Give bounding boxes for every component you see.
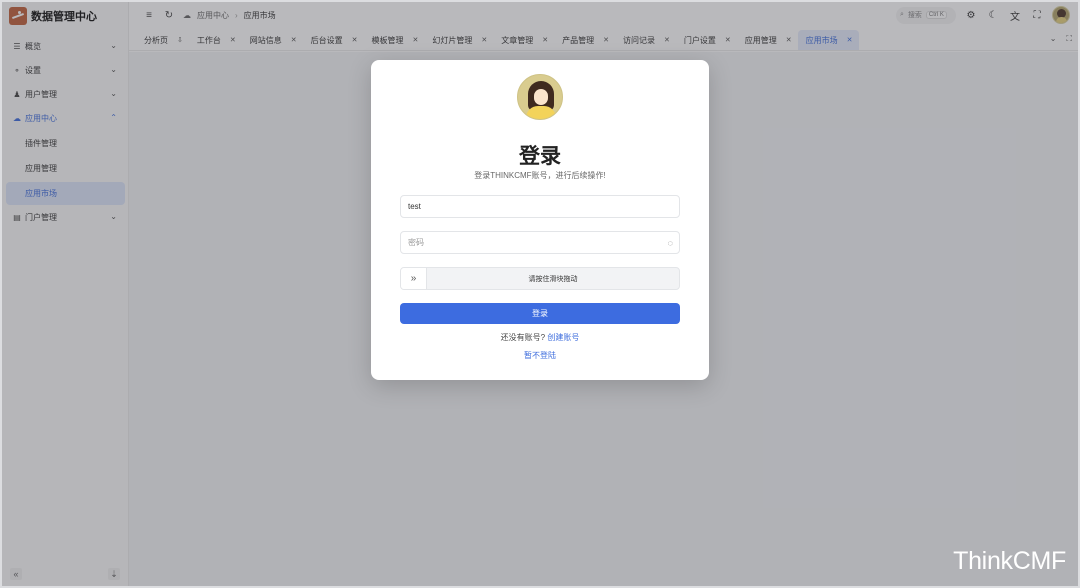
create-account-link[interactable]: 创建账号	[547, 333, 579, 342]
password-placeholder: 密码	[408, 238, 424, 247]
username-value: test	[408, 202, 421, 211]
slider-handle-icon[interactable]: »	[401, 268, 427, 289]
register-prompt: 还没有账号? 创建账号	[371, 332, 709, 343]
skip-login: 暂不登陆	[371, 350, 709, 361]
eye-off-icon[interactable]: ◌	[668, 238, 673, 248]
password-field[interactable]: 密码 ◌	[400, 231, 680, 254]
register-prompt-text: 还没有账号?	[500, 333, 546, 342]
login-title: 登录	[519, 145, 561, 168]
login-subtitle: 登录THINKCMF账号，进行后续操作!	[474, 171, 606, 180]
skip-login-link[interactable]: 暂不登陆	[524, 351, 556, 360]
avatar-body	[526, 106, 556, 119]
slider-text: 请按住滑块拖动	[528, 275, 578, 283]
avatar-face	[534, 89, 548, 105]
thinkcmf-watermark: ThinkCMF	[953, 547, 1066, 575]
slide-captcha[interactable]: » 请按住滑块拖动	[400, 267, 680, 290]
username-field[interactable]: test	[400, 195, 680, 218]
app-window: 数据管理中心 ☰ 概览 ⌄ ⚬ 设置 ⌄ ♟ 用户管理 ⌄ ☁ 应用中心 ⌃ 插…	[2, 2, 1078, 586]
login-avatar	[517, 74, 563, 120]
login-submit-button[interactable]: 登录	[400, 303, 680, 324]
login-modal: 登录 登录THINKCMF账号，进行后续操作! test 密码 ◌ » 请按住滑…	[371, 60, 709, 380]
